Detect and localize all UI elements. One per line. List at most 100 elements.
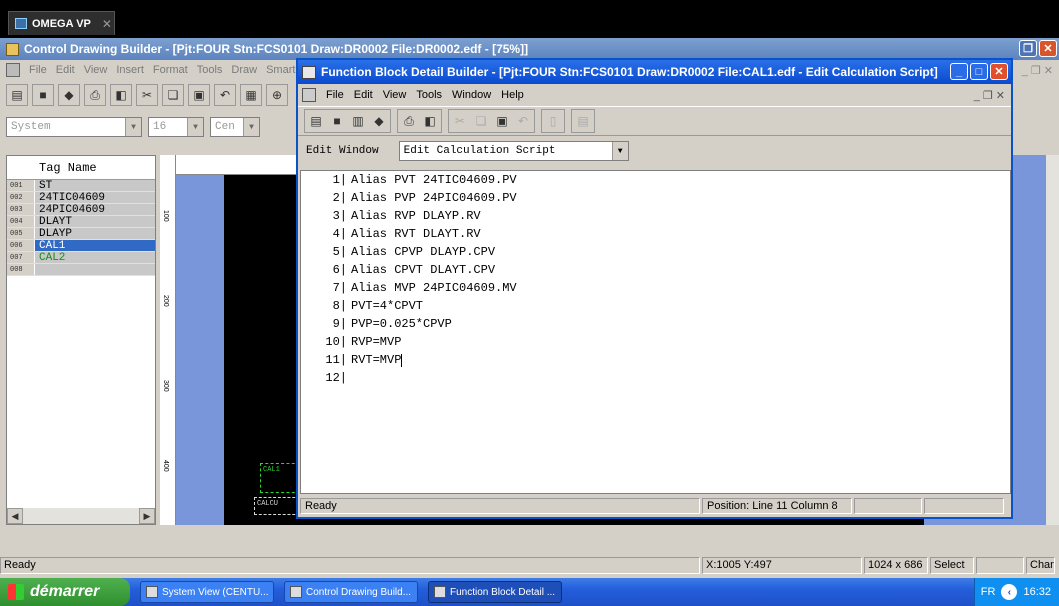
chevron-down-icon[interactable]: ▼ — [243, 118, 259, 136]
calcu-label: CALCU — [257, 500, 279, 508]
font-size-combo[interactable]: 16 ▼ — [148, 117, 204, 137]
script-line[interactable]: 12| — [301, 369, 1010, 387]
cut-icon[interactable]: ✂ — [136, 84, 158, 106]
taskbar-item-function-block[interactable]: Function Block Detail ... — [428, 581, 562, 603]
undo-icon[interactable]: ↶ — [214, 84, 236, 106]
print-icon[interactable]: ⎙ — [84, 84, 106, 106]
paste-icon[interactable]: ▣ — [188, 84, 210, 106]
canvas-vscroll[interactable] — [1046, 155, 1059, 525]
menu-tools[interactable]: Tools — [416, 89, 442, 101]
menu-draw[interactable]: Draw — [231, 64, 257, 76]
scroll-right-icon[interactable]: ▶ — [139, 508, 155, 524]
line-number: 1| — [332, 173, 347, 187]
fbd-titlebar[interactable]: Function Block Detail Builder - [Pjt:FOU… — [298, 60, 1011, 84]
panel-icon[interactable]: ▯ — [543, 111, 563, 131]
mdi-controls[interactable]: _ ❐ ✕ — [1022, 64, 1053, 77]
cdb-combos: System ▼ 16 ▼ Cen ▼ — [6, 117, 260, 137]
maximize-button[interactable]: □ — [970, 63, 988, 80]
copy-icon[interactable]: ❏ — [162, 84, 184, 106]
script-line[interactable]: 11| RVT=MVP — [301, 351, 1010, 369]
open-icon[interactable]: ▤ — [306, 111, 326, 131]
system-menu-icon[interactable] — [302, 88, 316, 102]
menu-edit[interactable]: Edit — [56, 64, 75, 76]
tag-row[interactable]: 007 CAL2 — [7, 252, 155, 264]
script-line[interactable]: 8| PVT=4*CPVT — [301, 297, 1010, 315]
menu-format[interactable]: Format — [153, 64, 188, 76]
grid-icon[interactable]: ▦ — [240, 84, 262, 106]
preview-icon[interactable]: ◧ — [420, 111, 440, 131]
line-text: Alias RVT DLAYT.RV — [351, 227, 481, 241]
scroll-left-icon[interactable]: ◀ — [7, 508, 23, 524]
menu-edit[interactable]: Edit — [354, 89, 373, 101]
menu-help[interactable]: Help — [501, 89, 524, 101]
tag-row[interactable]: 004 DLAYT — [7, 216, 155, 228]
cal1-block[interactable]: CAL1 — [260, 463, 300, 493]
app-icon — [6, 42, 19, 56]
script-editor[interactable]: 1| Alias PVT 24TIC04609.PV 2| Alias PVP 24… — [300, 170, 1011, 494]
menu-view[interactable]: View — [383, 89, 407, 101]
paste-icon[interactable]: ▣ — [492, 111, 512, 131]
restore-button[interactable]: ❐ — [1019, 40, 1037, 57]
script-line[interactable]: 5| Alias CPVP DLAYP.CPV — [301, 243, 1010, 261]
save-all-icon[interactable]: ◆ — [369, 111, 389, 131]
script-line[interactable]: 9| PVP=0.025*CPVP — [301, 315, 1010, 333]
system-menu-icon[interactable] — [6, 63, 20, 77]
script-line[interactable]: 2| Alias PVP 24PIC04609.PV — [301, 189, 1010, 207]
save-icon[interactable]: ■ — [32, 84, 54, 106]
copy-icon[interactable]: ❏ — [471, 111, 491, 131]
system-combo[interactable]: System ▼ — [6, 117, 142, 137]
language-indicator[interactable]: FR — [981, 586, 996, 598]
tag-row[interactable]: 002 24TIC04609 — [7, 192, 155, 204]
close-button[interactable]: ✕ — [1039, 40, 1057, 57]
script-line[interactable]: 7| Alias MVP 24PIC04609.MV — [301, 279, 1010, 297]
start-button[interactable]: démarrer — [0, 578, 130, 606]
open-icon[interactable]: ▤ — [6, 84, 28, 106]
mdi-controls[interactable]: _ ❐ ✕ — [974, 89, 1005, 102]
calcu-block[interactable]: CALCU — [254, 497, 300, 515]
save-icon[interactable]: ■ — [327, 111, 347, 131]
cdb-titlebar[interactable]: Control Drawing Builder - [Pjt:FOUR Stn:… — [0, 38, 1059, 60]
zoom-in-icon[interactable]: ⊕ — [266, 84, 288, 106]
tag-row-selected[interactable]: 006 CAL1 — [7, 240, 155, 252]
undo-icon[interactable]: ↶ — [513, 111, 533, 131]
omega-vp-tab[interactable]: OMEGA VP ✕ — [8, 11, 115, 35]
tag-name-header[interactable]: Tag Name — [7, 156, 155, 180]
menu-window[interactable]: Window — [452, 89, 491, 101]
save-all-icon[interactable]: ◆ — [58, 84, 80, 106]
tag-row[interactable]: 003 24PIC04609 — [7, 204, 155, 216]
taskbar-item-control-drawing[interactable]: Control Drawing Build... — [284, 581, 418, 603]
script-line[interactable]: 3| Alias RVP DLAYP.RV — [301, 207, 1010, 225]
taskbar-item-system-view[interactable]: System View (CENTU... — [140, 581, 274, 603]
tag-row[interactable]: 005 DLAYP — [7, 228, 155, 240]
align-combo[interactable]: Cen ▼ — [210, 117, 260, 137]
line-text: Alias RVP DLAYP.RV — [351, 209, 481, 223]
script-line[interactable]: 1| Alias PVT 24TIC04609.PV — [301, 171, 1010, 189]
close-button[interactable]: ✕ — [990, 63, 1008, 80]
line-number: 4| — [332, 227, 347, 241]
properties-icon[interactable]: ▥ — [348, 111, 368, 131]
list-icon[interactable]: ▤ — [573, 111, 593, 131]
menu-file[interactable]: File — [29, 64, 47, 76]
print-icon[interactable]: ⎙ — [399, 111, 419, 131]
menu-file[interactable]: File — [326, 89, 344, 101]
tag-list-hscroll[interactable]: ◀ ▶ — [7, 508, 155, 524]
script-line[interactable]: 4| Alias RVT DLAYT.RV — [301, 225, 1010, 243]
fbd-statusbar: Ready Position: Line 11 Column 8 — [300, 497, 1011, 515]
close-tab-icon[interactable]: ✕ — [102, 17, 112, 31]
chevron-left-icon[interactable]: ‹ — [1001, 584, 1018, 600]
script-line[interactable]: 10| RVP=MVP — [301, 333, 1010, 351]
menu-insert[interactable]: Insert — [116, 64, 144, 76]
preview-icon[interactable]: ◧ — [110, 84, 132, 106]
tag-row[interactable]: 001 ST — [7, 180, 155, 192]
menu-tools[interactable]: Tools — [197, 64, 223, 76]
chevron-down-icon[interactable]: ▼ — [187, 118, 203, 136]
chevron-down-icon[interactable]: ▼ — [125, 118, 141, 136]
tag-row[interactable]: 008 — [7, 264, 155, 276]
cut-icon[interactable]: ✂ — [450, 111, 470, 131]
tag-name: ST — [39, 179, 53, 192]
chevron-down-icon[interactable]: ▼ — [611, 142, 628, 160]
edit-window-select[interactable]: Edit Calculation Script ▼ — [398, 141, 629, 161]
script-line[interactable]: 6| Alias CPVT DLAYT.CPV — [301, 261, 1010, 279]
menu-view[interactable]: View — [84, 64, 108, 76]
minimize-button[interactable]: _ — [950, 63, 968, 80]
